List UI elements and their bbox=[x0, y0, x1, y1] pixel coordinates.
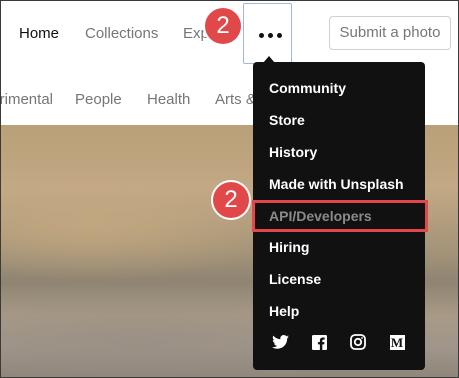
menu-item-license[interactable]: License bbox=[269, 271, 321, 287]
nav-home-link[interactable]: Home bbox=[19, 25, 59, 42]
submit-photo-button[interactable]: Submit a photo bbox=[329, 16, 451, 50]
menu-item-made-with-unsplash[interactable]: Made with Unsplash bbox=[269, 176, 404, 192]
step-badge-top: 2 bbox=[205, 8, 241, 44]
nav-collections-link[interactable]: Collections bbox=[85, 25, 158, 42]
menu-item-community[interactable]: Community bbox=[269, 80, 346, 96]
category-health-link[interactable]: Health bbox=[147, 91, 190, 108]
menu-item-help[interactable]: Help bbox=[269, 303, 299, 319]
menu-item-history[interactable]: History bbox=[269, 144, 317, 160]
instagram-icon[interactable] bbox=[348, 333, 368, 351]
menu-item-store[interactable]: Store bbox=[269, 112, 305, 128]
category-experimental-link[interactable]: Experimental bbox=[1, 91, 53, 108]
medium-icon[interactable]: M bbox=[387, 333, 407, 351]
more-dots-icon bbox=[259, 33, 282, 38]
screenshot-frame: Home Collections Explore Submit a photo … bbox=[0, 0, 459, 378]
category-clip: Experimental bbox=[1, 91, 53, 111]
category-people-link[interactable]: People bbox=[75, 91, 122, 108]
category-arts-link[interactable]: Arts & Culture bbox=[215, 91, 253, 108]
menu-item-hiring[interactable]: Hiring bbox=[269, 239, 309, 255]
more-menu-button[interactable] bbox=[243, 3, 292, 64]
step-badge-menu: 2 bbox=[213, 182, 249, 218]
twitter-icon[interactable] bbox=[270, 333, 290, 351]
medium-glyph: M bbox=[389, 334, 405, 350]
highlight-api-developers bbox=[252, 200, 428, 232]
facebook-icon[interactable] bbox=[309, 333, 329, 351]
